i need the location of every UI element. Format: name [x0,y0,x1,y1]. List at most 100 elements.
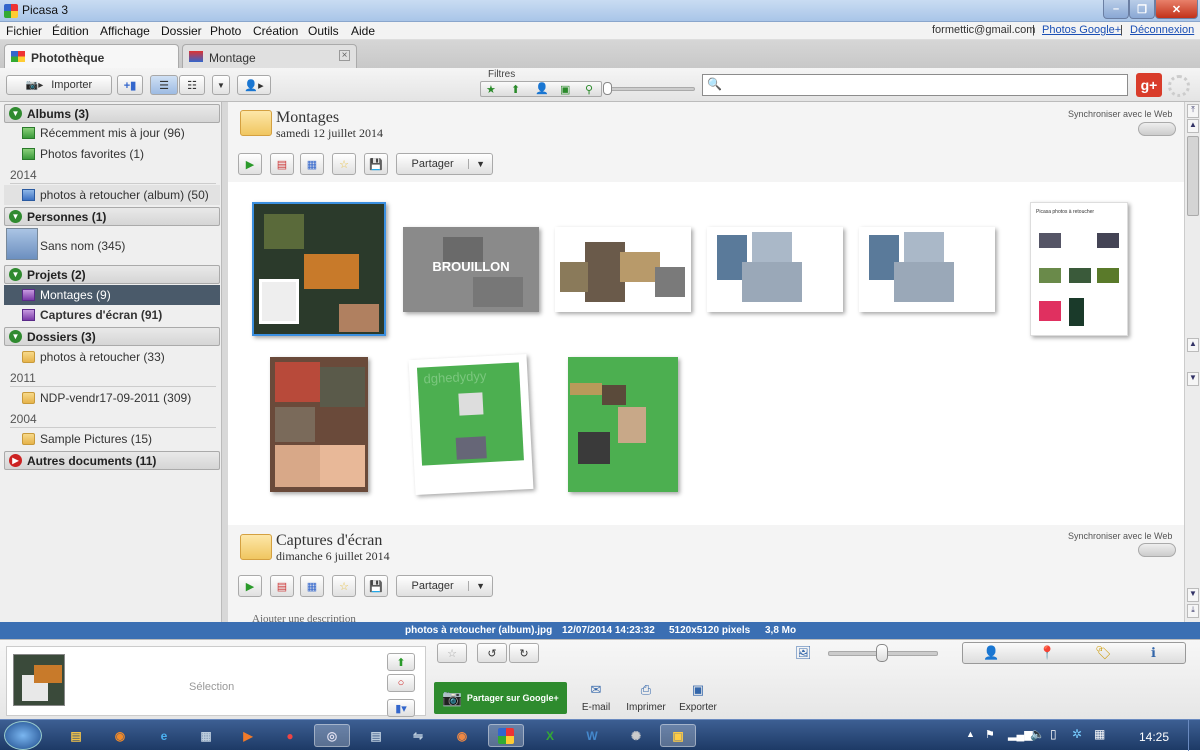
app-taskbar-icon[interactable]: ● [272,724,308,747]
minimize-button[interactable]: – [1103,0,1129,19]
sidebar-item-recent[interactable]: Récemment mis à jour (96) [20,123,220,143]
picasa-taskbar-icon[interactable] [488,724,524,747]
star-button[interactable]: ☆ [332,575,356,597]
sidebar-item-montages[interactable]: Montages (9) [4,285,220,305]
selected-photo-thumbnail[interactable] [13,654,65,706]
share-button[interactable]: Partager ▼ [396,153,493,175]
folders-header[interactable]: ▼ Dossiers (3) [4,327,220,346]
scrollbar-thumb[interactable] [1187,136,1199,216]
email-button[interactable]: ✉ E-mail [578,682,614,718]
menu-dossier[interactable]: Dossier [161,24,202,38]
sidebar-item-retouch-album[interactable]: photos à retoucher (album) (50) [4,185,220,205]
volume-icon[interactable]: 🔈 [1030,727,1045,741]
print-button[interactable]: ⎙ Imprimer [624,682,668,718]
scroll-down-icon[interactable]: ▼ [1187,372,1199,386]
tray-app-icon[interactable]: ✲ [1072,727,1082,741]
view-tree-button[interactable]: ☷ [179,75,205,95]
people-panel-icon[interactable]: 👤 [983,645,999,661]
device-icon[interactable]: ▯ [1050,727,1057,741]
thumbnail-montage-8[interactable]: dghedydyy [408,354,534,495]
thumbnail-montage-9[interactable] [568,357,678,492]
thumbnail-montage-4[interactable] [707,227,843,312]
tab-montage[interactable]: Montage × [182,44,357,68]
people-nav-button[interactable]: 👤▸ [237,75,271,95]
collage-button[interactable]: ▤ [270,575,294,597]
sidebar-item-folder-retouch[interactable]: photos à retoucher (33) [20,347,220,367]
share-google-plus-button[interactable]: 📷 Partager sur Google+ [434,682,567,714]
places-panel-icon[interactable]: 📍 [1039,645,1055,661]
filter-person-icon[interactable]: 👤 [535,82,549,95]
scroll-up-icon[interactable]: ▲ [1187,119,1199,133]
thumbnail-montage-6[interactable]: Picasa photos à retoucher [1030,202,1128,336]
close-window-button[interactable]: ✕ [1155,0,1198,19]
app-taskbar-icon[interactable]: ◎ [314,724,350,747]
search-input[interactable]: 🔍 [702,74,1128,96]
sidebar-item-folder-sample[interactable]: Sample Pictures (15) [20,429,220,449]
menu-outils[interactable]: Outils [308,24,339,38]
import-button[interactable]: 📷▸ Importer [6,75,112,95]
filter-slider-handle[interactable] [603,82,612,95]
app-taskbar-icon[interactable]: ✺ [618,724,654,747]
add-to-album-dropdown[interactable]: ▮▾ [387,699,415,717]
show-desktop-button[interactable] [1188,720,1200,751]
albums-header[interactable]: ▼ Albums (3) [4,104,220,123]
menu-fichier[interactable]: Fichier [6,24,42,38]
share-button[interactable]: Partager ▼ [396,575,493,597]
menu-affichage[interactable]: Affichage [100,24,150,38]
sidebar-item-folder-ndp[interactable]: NDP-vendr17-09-2011 (309) [20,388,220,408]
movie-button[interactable]: ▦ [300,153,324,175]
menu-creation[interactable]: Création [253,24,298,38]
thumbnail-montage-7[interactable] [270,357,368,492]
tray-expand-icon[interactable]: ▲ [966,729,975,739]
google-plus-icon[interactable]: g+ [1136,73,1162,97]
chevron-down-icon[interactable]: ▼ [468,581,492,591]
content-scrollbar[interactable]: ⤒ ▲ ▲ ▼ ▼ ⤓ [1184,102,1200,622]
sidebar-item-screenshots[interactable]: Captures d'écran (91) [20,305,220,325]
filter-geotag-icon[interactable]: ⚲ [585,83,593,96]
photos-google-link[interactable]: Photos Google+ [1042,24,1121,36]
word-taskbar-icon[interactable]: W [574,724,610,747]
thumbnail-montage-3[interactable] [555,227,691,312]
thumbnail-montage-2[interactable]: BROUILLON [403,227,539,312]
clock[interactable]: 14:25 [1139,730,1169,744]
thumbnail-montage-5[interactable] [859,227,995,312]
app-taskbar-icon[interactable]: ▦ [188,724,224,747]
close-tab-icon[interactable]: × [339,50,350,61]
section-title[interactable]: Captures d'écran [276,532,382,550]
scroll-down-icon[interactable]: ▼ [1187,588,1199,602]
save-button[interactable]: 💾 [364,153,388,175]
filter-upload-icon[interactable]: ⬆ [511,83,520,96]
explorer-taskbar-icon[interactable]: ▤ [58,724,94,747]
filter-movie-icon[interactable]: ▣ [560,83,570,96]
scroll-top-icon[interactable]: ⤒ [1187,104,1199,118]
view-options-dropdown[interactable]: ▼ [212,75,230,95]
maximize-button[interactable]: ❐ [1129,0,1155,19]
rotate-right-button[interactable]: ↻ [509,643,539,663]
firefox-taskbar-icon[interactable]: ◉ [102,724,138,747]
internet-explorer-taskbar-icon[interactable]: e [146,724,182,747]
app-taskbar-icon[interactable]: ⇋ [400,724,436,747]
tab-phototheque[interactable]: Photothèque [4,44,179,68]
rotate-left-button[interactable]: ↺ [477,643,507,663]
star-photo-button[interactable]: ☆ [437,643,467,663]
sidebar-item-favorites[interactable]: Photos favorites (1) [20,144,220,164]
menu-edition[interactable]: Édition [52,24,89,38]
excel-taskbar-icon[interactable]: X [532,724,568,747]
network-icon[interactable]: ▂▄▆ [1008,728,1033,741]
collage-button[interactable]: ▤ [270,153,294,175]
export-button[interactable]: ▣ Exporter [676,682,720,718]
hold-selection-button[interactable]: ⬆ [387,653,415,671]
projects-header[interactable]: ▼ Projets (2) [4,265,220,284]
view-list-button[interactable]: ☰ [150,75,178,95]
menu-aide[interactable]: Aide [351,24,375,38]
movie-button[interactable]: ▦ [300,575,324,597]
chrome-taskbar-icon[interactable]: ◉ [444,724,480,747]
logout-link[interactable]: Déconnexion [1130,24,1194,36]
chevron-down-icon[interactable]: ▼ [468,159,492,169]
section-title[interactable]: Montages [276,109,339,127]
scroll-up-icon[interactable]: ▲ [1187,338,1199,352]
other-documents-header[interactable]: ▶ Autres documents (11) [4,451,220,470]
app-taskbar-icon[interactable]: ▤ [358,724,394,747]
sidebar-item-unnamed-person[interactable]: Sans nom (345) [20,236,220,256]
tags-panel-icon[interactable]: 🏷 [1095,645,1112,661]
